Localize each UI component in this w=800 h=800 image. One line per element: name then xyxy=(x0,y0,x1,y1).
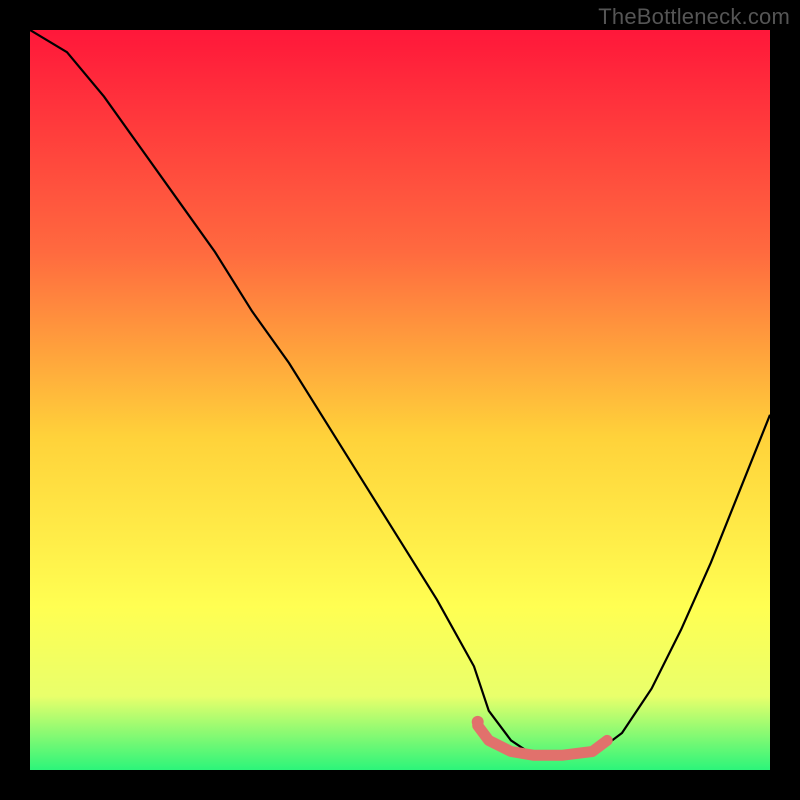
accent-dot xyxy=(472,716,484,728)
heat-background xyxy=(30,30,770,770)
watermark: TheBottleneck.com xyxy=(598,4,790,30)
chart-svg xyxy=(30,30,770,770)
frame: TheBottleneck.com xyxy=(0,0,800,800)
bottleneck-chart xyxy=(30,30,770,770)
